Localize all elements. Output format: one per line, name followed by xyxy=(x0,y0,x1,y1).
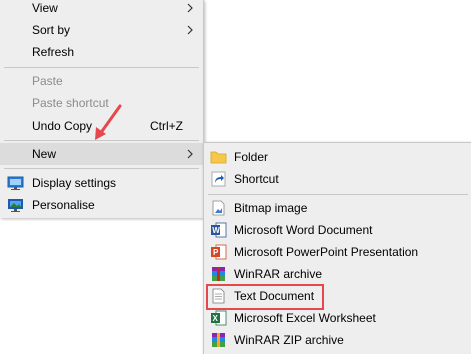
personalise-label: Personalise xyxy=(32,198,95,212)
submenu-item-excel[interactable]: X Microsoft Excel Worksheet xyxy=(204,307,471,329)
paste-label: Paste xyxy=(32,74,63,88)
menu-item-display-settings[interactable]: Display settings xyxy=(0,172,203,194)
menu-item-view[interactable]: View xyxy=(0,0,203,19)
submenu-item-winrar[interactable]: WinRAR archive xyxy=(204,263,471,285)
view-label: View xyxy=(32,1,58,15)
word-label: Microsoft Word Document xyxy=(234,223,373,237)
bitmap-label: Bitmap image xyxy=(234,201,308,215)
folder-icon xyxy=(210,151,227,164)
chevron-right-icon xyxy=(187,149,193,159)
winrar-archive-icon xyxy=(212,267,225,281)
menu-item-paste: Paste xyxy=(0,70,203,92)
winrar-zip-icon xyxy=(212,333,225,347)
menu-item-new[interactable]: New xyxy=(0,143,203,165)
chevron-right-icon xyxy=(187,25,193,35)
sort-by-label: Sort by xyxy=(32,23,71,37)
red-arrow-icon xyxy=(95,104,122,140)
shortcut-label: Shortcut xyxy=(234,172,279,186)
excel-worksheet-icon: X xyxy=(211,310,227,326)
submenu-item-winrar-zip[interactable]: WinRAR ZIP archive xyxy=(204,329,471,351)
shortcut-icon xyxy=(211,171,226,187)
word-document-icon: W xyxy=(211,222,227,238)
winrar-label: WinRAR archive xyxy=(234,267,323,281)
menu-separator xyxy=(208,194,468,195)
personalise-icon xyxy=(8,199,23,212)
powerpoint-label: Microsoft PowerPoint Presentation xyxy=(234,245,419,259)
menu-item-refresh[interactable]: Refresh xyxy=(0,41,203,63)
text-document-highlight-box xyxy=(206,284,324,310)
excel-label: Microsoft Excel Worksheet xyxy=(234,311,376,325)
submenu-item-bitmap[interactable]: Bitmap image xyxy=(204,197,471,219)
winrar-zip-label: WinRAR ZIP archive xyxy=(234,333,344,347)
folder-label: Folder xyxy=(234,150,269,164)
powerpoint-icon: P xyxy=(211,244,227,260)
display-settings-icon xyxy=(7,176,24,190)
chevron-right-icon xyxy=(187,3,193,13)
refresh-label: Refresh xyxy=(32,45,75,59)
menu-separator xyxy=(4,67,199,68)
display-settings-label: Display settings xyxy=(32,176,117,190)
undo-copy-label: Undo Copy xyxy=(32,119,93,133)
bitmap-image-icon xyxy=(212,200,225,216)
menu-separator xyxy=(4,168,199,169)
undo-copy-shortcut: Ctrl+Z xyxy=(150,119,183,133)
submenu-item-word[interactable]: W Microsoft Word Document xyxy=(204,219,471,241)
submenu-item-shortcut[interactable]: Shortcut xyxy=(204,168,471,190)
submenu-item-powerpoint[interactable]: P Microsoft PowerPoint Presentation xyxy=(204,241,471,263)
new-submenu: Folder Shortcut Bitmap image W Microsoft… xyxy=(203,142,471,354)
submenu-item-folder[interactable]: Folder xyxy=(204,146,471,168)
svg-text:X: X xyxy=(213,314,219,323)
menu-item-personalise[interactable]: Personalise xyxy=(0,194,203,216)
svg-text:W: W xyxy=(212,226,220,235)
menu-item-sort-by[interactable]: Sort by xyxy=(0,19,203,41)
new-label: New xyxy=(32,147,57,161)
svg-text:P: P xyxy=(213,248,219,257)
